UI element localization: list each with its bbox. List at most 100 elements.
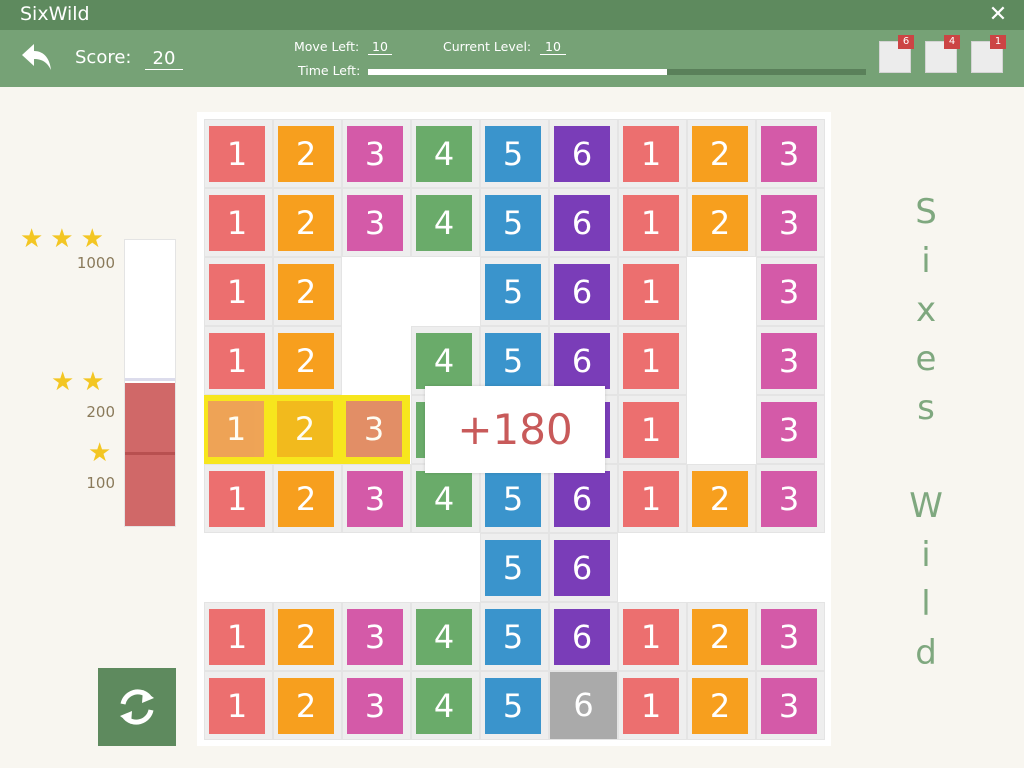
number-tile[interactable]: 6 (554, 333, 610, 389)
board-cell[interactable]: 1 (204, 119, 273, 188)
board-cell[interactable]: 3 (342, 671, 411, 740)
board-cell[interactable]: 3 (756, 257, 825, 326)
number-tile[interactable]: 1 (623, 126, 679, 182)
number-tile[interactable]: 3 (761, 333, 817, 389)
board-cell[interactable] (342, 533, 411, 602)
number-tile[interactable]: 1 (623, 678, 679, 734)
board-cell[interactable]: 5 (480, 671, 549, 740)
number-tile[interactable]: 3 (347, 471, 403, 527)
number-tile[interactable]: 3 (346, 401, 402, 457)
shuffle-button[interactable] (98, 668, 176, 746)
board-cell[interactable]: 3 (756, 188, 825, 257)
board-cell[interactable]: 6 (549, 326, 618, 395)
board-cell[interactable]: 4 (411, 188, 480, 257)
board-cell[interactable]: 1 (618, 395, 687, 464)
number-tile[interactable]: 4 (416, 609, 472, 665)
board-cell[interactable] (687, 326, 756, 395)
board-cell[interactable]: 3 (756, 464, 825, 533)
number-tile[interactable]: 5 (485, 609, 541, 665)
number-tile[interactable]: 1 (209, 678, 265, 734)
number-tile[interactable]: 3 (347, 609, 403, 665)
board-cell[interactable]: 4 (411, 671, 480, 740)
number-tile[interactable]: 6 (554, 195, 610, 251)
number-tile[interactable]: 3 (347, 195, 403, 251)
number-tile[interactable]: 6 (554, 471, 610, 527)
board-cell[interactable]: 3 (342, 119, 411, 188)
board-cell[interactable]: 2 (273, 395, 342, 464)
number-tile[interactable]: 1 (623, 471, 679, 527)
number-tile[interactable]: 1 (209, 609, 265, 665)
board-cell[interactable]: 5 (480, 188, 549, 257)
board-cell[interactable] (411, 533, 480, 602)
number-tile[interactable]: 3 (761, 471, 817, 527)
board-cell[interactable]: 2 (687, 602, 756, 671)
number-tile[interactable]: 4 (416, 195, 472, 251)
board-cell[interactable]: 1 (204, 395, 273, 464)
board-cell[interactable]: 4 (411, 602, 480, 671)
board-cell[interactable]: 1 (204, 188, 273, 257)
board-cell[interactable]: 5 (480, 257, 549, 326)
board-cell[interactable]: 4 (411, 326, 480, 395)
number-tile[interactable]: 1 (209, 333, 265, 389)
number-tile[interactable]: 6 (550, 672, 617, 739)
board-cell[interactable]: 2 (687, 464, 756, 533)
board-cell[interactable]: 3 (756, 395, 825, 464)
board-cell[interactable]: 2 (273, 326, 342, 395)
number-tile[interactable]: 5 (485, 471, 541, 527)
number-tile[interactable]: 2 (278, 264, 334, 320)
number-tile[interactable]: 3 (761, 195, 817, 251)
board-cell[interactable]: 5 (480, 119, 549, 188)
board-cell[interactable]: 3 (756, 602, 825, 671)
number-tile[interactable]: 1 (623, 264, 679, 320)
board-cell[interactable]: 2 (687, 119, 756, 188)
number-tile[interactable]: 3 (761, 402, 817, 458)
board-cell[interactable]: 2 (273, 119, 342, 188)
board-cell[interactable]: 5 (480, 326, 549, 395)
board-cell[interactable]: 3 (756, 326, 825, 395)
number-tile[interactable]: 1 (623, 333, 679, 389)
number-tile[interactable]: 6 (554, 609, 610, 665)
number-tile[interactable]: 2 (692, 609, 748, 665)
board-cell[interactable] (273, 533, 342, 602)
board-cell[interactable]: 6 (549, 533, 618, 602)
special-move-button-1[interactable]: 6 (879, 35, 914, 73)
number-tile[interactable]: 4 (416, 126, 472, 182)
board-cell[interactable] (687, 257, 756, 326)
board-cell[interactable]: 2 (273, 188, 342, 257)
board-cell[interactable]: 6 (549, 257, 618, 326)
board-cell[interactable] (342, 326, 411, 395)
back-arrow-icon[interactable] (20, 40, 54, 74)
board-cell[interactable]: 2 (273, 257, 342, 326)
board-cell[interactable]: 2 (687, 188, 756, 257)
number-tile[interactable]: 3 (761, 609, 817, 665)
board-cell[interactable]: 1 (618, 326, 687, 395)
close-button[interactable]: ✕ (984, 1, 1012, 29)
number-tile[interactable]: 5 (485, 126, 541, 182)
number-tile[interactable]: 2 (692, 195, 748, 251)
board-cell[interactable] (411, 257, 480, 326)
number-tile[interactable]: 1 (623, 195, 679, 251)
number-tile[interactable]: 5 (485, 195, 541, 251)
number-tile[interactable]: 3 (761, 126, 817, 182)
number-tile[interactable]: 5 (485, 333, 541, 389)
board-cell[interactable]: 1 (204, 464, 273, 533)
board-cell[interactable] (342, 257, 411, 326)
board-cell[interactable]: 3 (342, 602, 411, 671)
number-tile[interactable]: 3 (347, 678, 403, 734)
number-tile[interactable]: 2 (278, 126, 334, 182)
number-tile[interactable]: 3 (347, 126, 403, 182)
board-cell[interactable]: 6 (549, 602, 618, 671)
board-cell[interactable]: 1 (618, 602, 687, 671)
number-tile[interactable]: 5 (485, 540, 541, 596)
number-tile[interactable]: 4 (416, 333, 472, 389)
number-tile[interactable]: 3 (761, 264, 817, 320)
number-tile[interactable]: 4 (416, 678, 472, 734)
board-cell[interactable]: 2 (273, 602, 342, 671)
board-cell[interactable]: 3 (342, 464, 411, 533)
board-cell[interactable]: 5 (480, 602, 549, 671)
number-tile[interactable]: 5 (485, 678, 541, 734)
number-tile[interactable]: 3 (761, 678, 817, 734)
number-tile[interactable]: 2 (277, 401, 333, 457)
special-move-button-3[interactable]: 1 (971, 35, 1006, 73)
board-cell[interactable] (687, 395, 756, 464)
